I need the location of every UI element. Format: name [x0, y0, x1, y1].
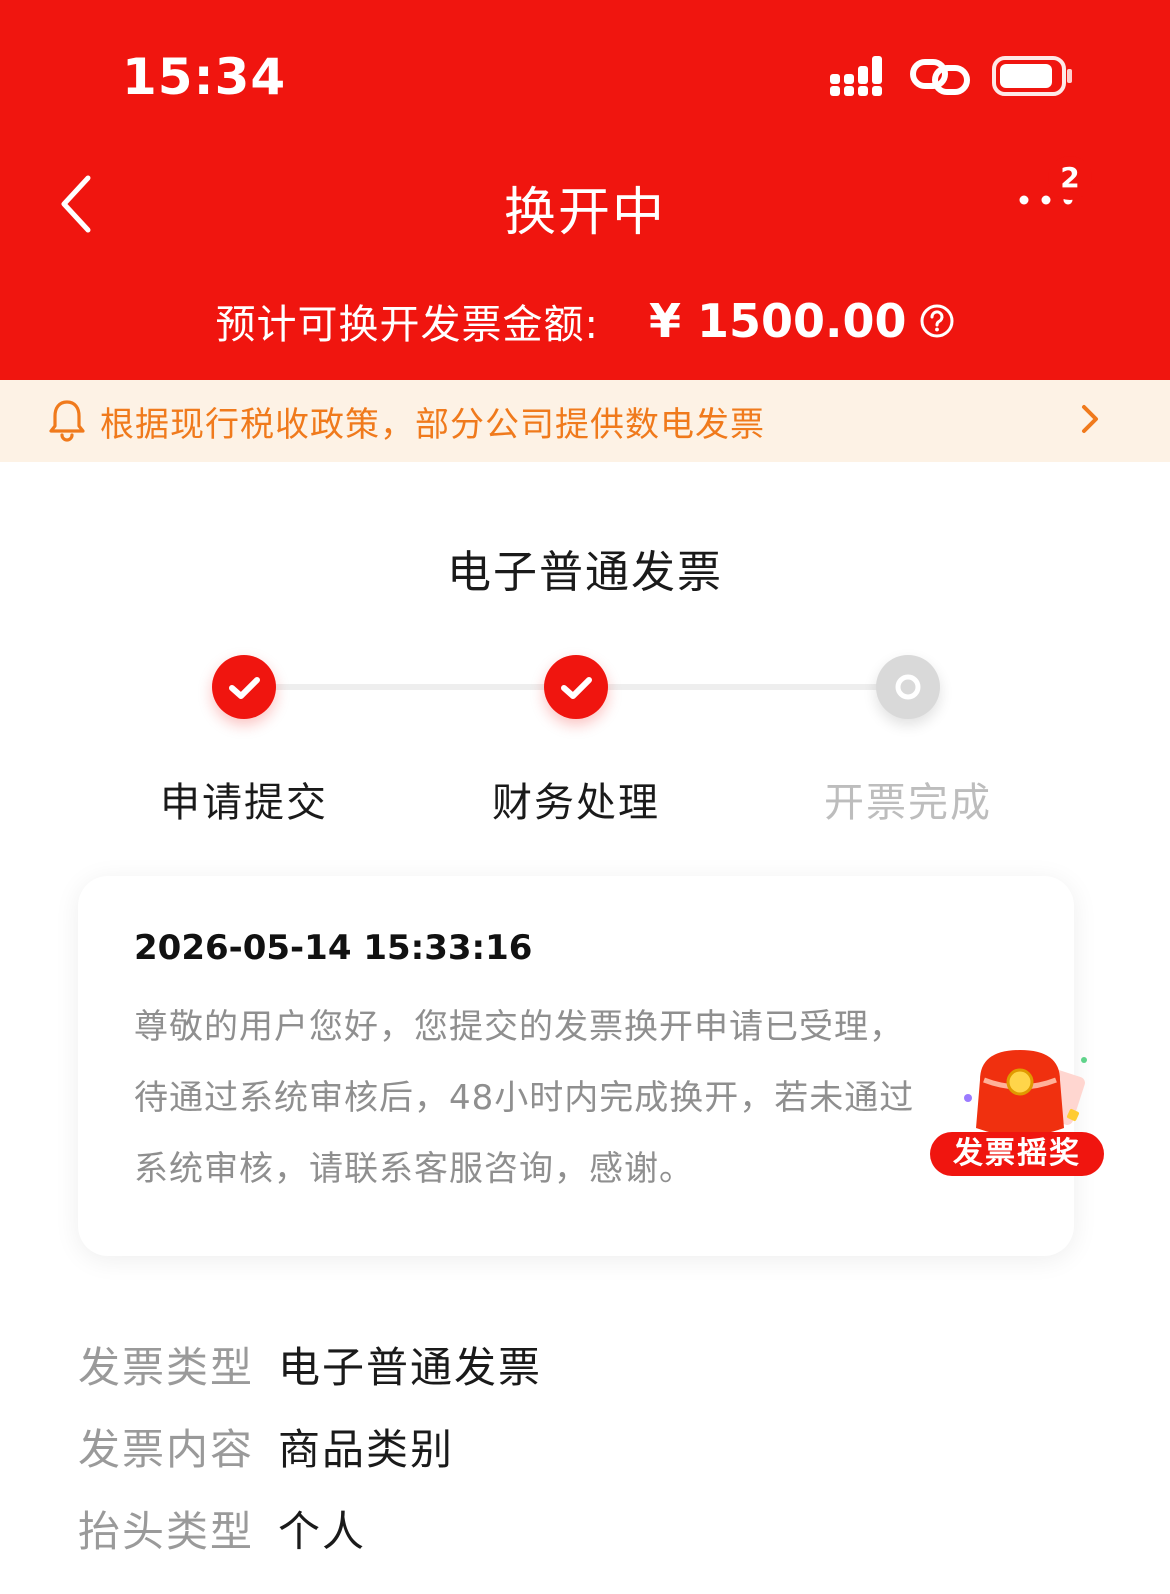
step-label-finance: 财务处理 [492, 780, 660, 826]
invoice-type-heading: 电子普通发票 [447, 547, 723, 598]
info-label-invoice-content: 发票内容 [78, 1425, 255, 1474]
pending-ring-icon [895, 674, 921, 700]
step-label-complete: 开票完成 [824, 780, 992, 826]
check-icon [561, 677, 592, 699]
info-value-invoice-type: 电子普通发票 [278, 1343, 543, 1392]
bell-icon [49, 400, 85, 442]
message-line: 系统审核，请联系客服咨询，感谢。 [134, 1149, 694, 1189]
page-title: 换开中 [503, 183, 666, 243]
message-timestamp: 2026-05-14 15:33:16 [134, 928, 533, 968]
help-question-icon[interactable] [919, 303, 955, 339]
step-2-check [544, 655, 608, 719]
info-value-invoice-content: 商品类别 [278, 1425, 455, 1474]
message-body: 尊敬的用户您好，您提交的发票换开申请已受理， 待通过系统审核后，48小时内完成换… [134, 992, 934, 1205]
status-time: 15:34 [122, 48, 287, 106]
progress-track-1 [244, 684, 574, 690]
step-3-pending [876, 655, 940, 719]
check-icon [229, 677, 260, 699]
step-1-check [212, 655, 276, 719]
progress-track-2 [576, 684, 908, 690]
status-icons [830, 54, 1074, 98]
notice-text: 根据现行税收政策，部分公司提供数电发票 [100, 405, 765, 445]
invoice-lottery-widget[interactable]: 发票摇奖 [930, 1040, 1106, 1180]
signal-icon [830, 56, 882, 96]
info-label-invoice-type: 发票类型 [78, 1343, 255, 1392]
message-line: 待通过系统审核后，48小时内完成换开，若未通过 [134, 1078, 915, 1118]
lottery-label: 发票摇奖 [930, 1132, 1104, 1176]
step-label-submit: 申请提交 [160, 780, 328, 826]
amount-label: 预计可换开发票金额: [215, 302, 599, 348]
amount-value: ¥ 1500.00 [648, 294, 907, 348]
chevron-right-icon[interactable] [1078, 402, 1102, 436]
info-label-title-type: 抬头类型 [78, 1507, 255, 1556]
battery-icon [992, 56, 1072, 96]
amount-row: 预计可换开发票金额: ¥ 1500.00 [0, 292, 1170, 350]
info-value-title-type: 个人 [278, 1507, 367, 1556]
message-line: 尊敬的用户您好，您提交的发票换开申请已受理， [134, 1007, 904, 1047]
notification-badge: 2 [1048, 156, 1092, 200]
hotspot-link-icon [910, 59, 970, 95]
